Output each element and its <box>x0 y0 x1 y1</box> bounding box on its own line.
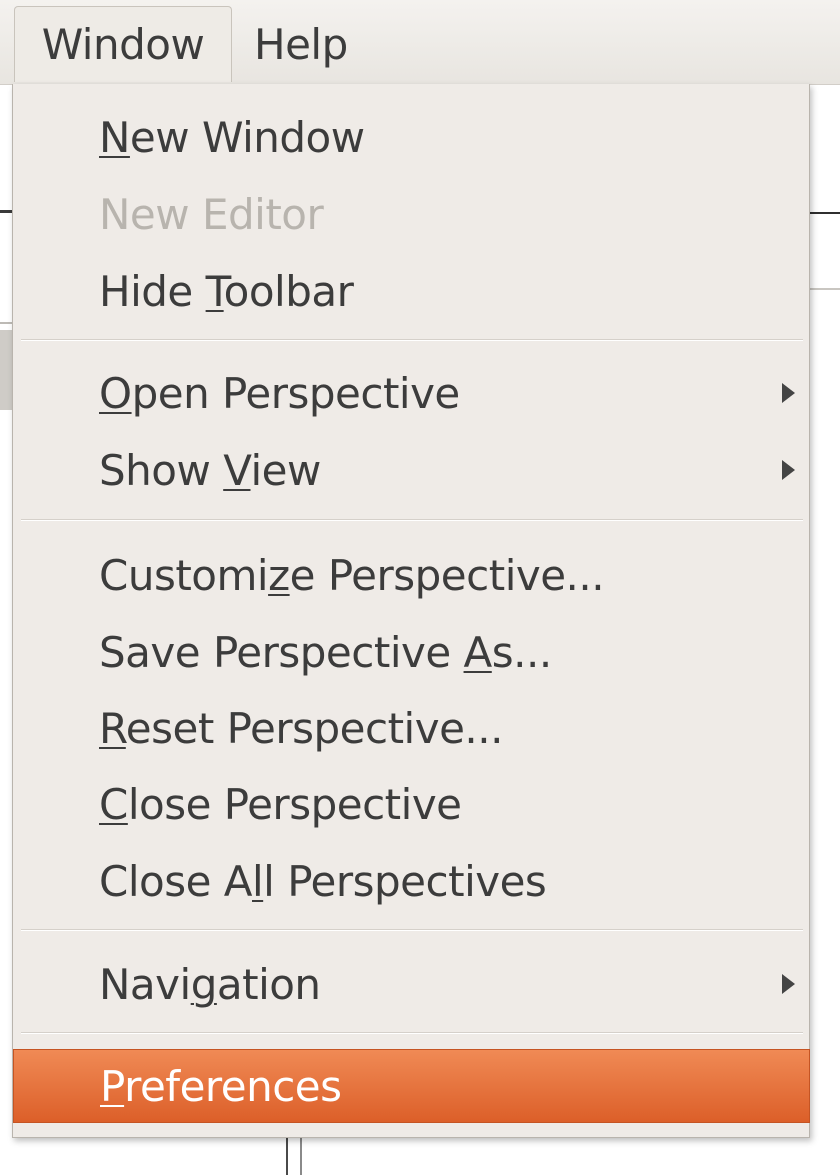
menu-separator <box>21 1032 803 1034</box>
menu-item-label: Close Perspective <box>99 779 462 829</box>
menu-item-label: New Editor <box>99 189 324 239</box>
menu-item-show-view[interactable]: Show View <box>13 435 809 505</box>
background-window-panel <box>0 330 12 410</box>
menu-bar: Window Help <box>0 0 840 85</box>
menu-item-label: New Window <box>99 112 365 162</box>
menu-item-save-perspective-as[interactable]: Save Perspective As... <box>13 617 809 687</box>
menu-item-label: Open Perspective <box>99 368 460 418</box>
screen: Window Help New Window New Editor Hide T… <box>0 0 840 1175</box>
menu-item-open-perspective[interactable]: Open Perspective <box>13 358 809 428</box>
menu-window-label: Window <box>41 20 205 69</box>
menu-item-new-window[interactable]: New Window <box>13 102 809 172</box>
menu-window[interactable]: Window <box>14 6 232 82</box>
menu-item-preferences[interactable]: Preferences <box>13 1049 810 1123</box>
background-window-edge <box>286 1138 288 1175</box>
submenu-arrow-icon <box>782 974 795 994</box>
menu-help[interactable]: Help <box>254 6 348 82</box>
menu-item-reset-perspective[interactable]: Reset Perspective... <box>13 693 809 763</box>
background-window-edge <box>300 1138 302 1175</box>
menu-item-close-all-perspectives[interactable]: Close All Perspectives <box>13 846 809 916</box>
menu-item-hide-toolbar[interactable]: Hide Toolbar <box>13 256 809 326</box>
menu-separator <box>21 339 803 341</box>
menu-item-close-perspective[interactable]: Close Perspective <box>13 769 809 839</box>
menu-item-label: Customize Perspective... <box>99 550 605 600</box>
menu-item-customize-perspective[interactable]: Customize Perspective... <box>13 540 809 610</box>
menu-item-label: Close All Perspectives <box>99 856 547 906</box>
menu-separator <box>21 929 803 931</box>
menu-item-label: Hide Toolbar <box>99 266 354 316</box>
menu-help-label: Help <box>254 19 348 69</box>
menu-item-label: Navigation <box>99 959 321 1009</box>
menu-item-label: Preferences <box>100 1061 342 1111</box>
menu-item-label: Reset Perspective... <box>99 703 503 753</box>
menu-item-label: Save Perspective As... <box>99 627 552 677</box>
menu-item-navigation[interactable]: Navigation <box>13 949 809 1019</box>
menu-item-label: Show View <box>99 445 321 495</box>
submenu-arrow-icon <box>782 383 795 403</box>
background-window-edge <box>808 288 840 290</box>
background-window-edge <box>808 212 840 214</box>
menu-separator <box>21 519 803 521</box>
submenu-arrow-icon <box>782 460 795 480</box>
window-dropdown-menu: New Window New Editor Hide Toolbar Open … <box>12 84 810 1138</box>
menu-item-new-editor: New Editor <box>13 179 809 249</box>
